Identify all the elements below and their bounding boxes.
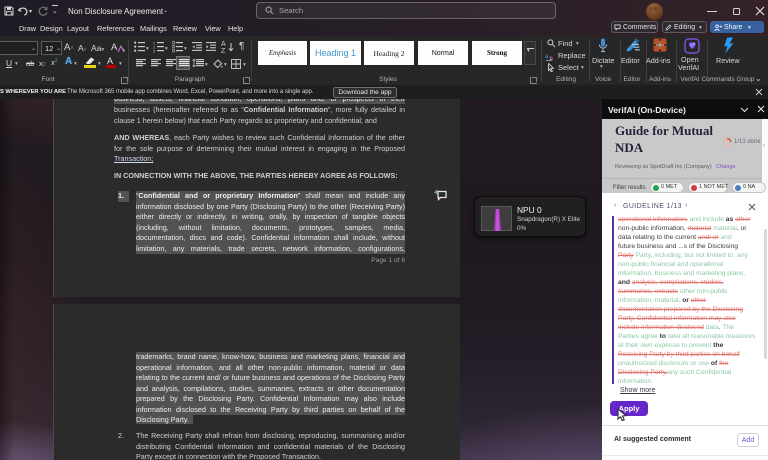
svg-text:a: a <box>545 54 549 60</box>
